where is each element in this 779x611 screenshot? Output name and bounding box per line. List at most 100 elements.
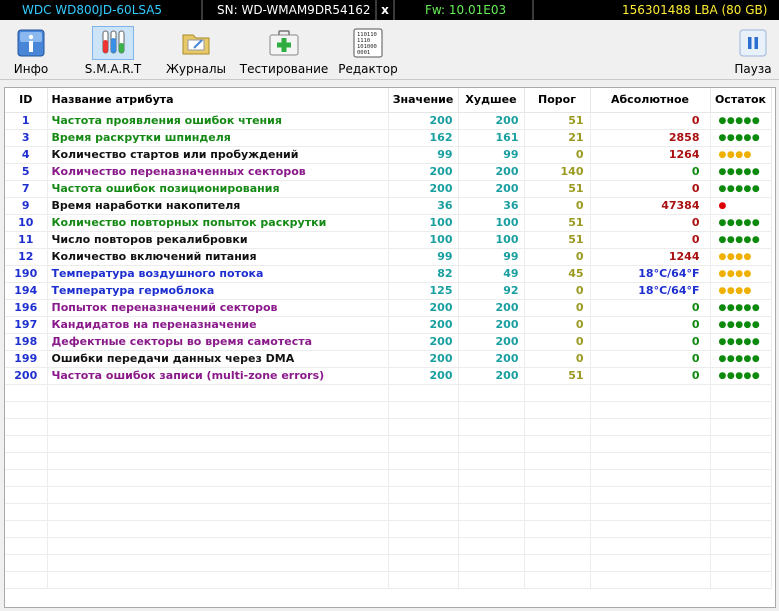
attr-worst: 100 [458, 214, 525, 232]
attr-threshold: 51 [524, 367, 591, 385]
empty-cell [458, 571, 525, 589]
smart-attributes-table[interactable]: ID Название атрибута Значение Худшее Пор… [4, 87, 776, 608]
table-row[interactable]: 11 Число повторов рекалибровки 100 100 51 0 ●●… [5, 231, 772, 249]
info-label: Инфо [13, 62, 49, 76]
attr-worst: 99 [458, 146, 525, 164]
empty-cell [590, 520, 711, 538]
attr-id: 190 [5, 265, 48, 283]
table-row[interactable]: 1 Частота проявления ошибок чтения 200 200 5… [5, 112, 772, 130]
empty-cell [5, 503, 48, 521]
attr-id: 9 [5, 197, 48, 215]
empty-cell [388, 571, 459, 589]
empty-cell [388, 486, 459, 504]
attr-worst: 200 [458, 316, 525, 334]
empty-cell [458, 537, 525, 555]
table-row[interactable]: 12 Количество включений питания 99 99 0 1244 ●… [5, 248, 772, 266]
empty-cell [47, 554, 389, 572]
col-header-id[interactable]: ID [5, 88, 48, 113]
empty-cell [524, 537, 591, 555]
attr-worst: 36 [458, 197, 525, 215]
empty-cell [388, 401, 459, 419]
table-row[interactable]: 4 Количество стартов или пробуждений 99 99 0… [5, 146, 772, 164]
attr-absolute: 18°C/64°F [590, 282, 711, 300]
table-row[interactable]: 197 Кандидатов на переназначение 200 200 0 0 ●… [5, 316, 772, 334]
empty-cell [524, 520, 591, 538]
empty-cell [458, 469, 525, 487]
empty-cell [710, 435, 772, 453]
col-header-threshold[interactable]: Порог [524, 88, 591, 113]
attr-health-dots: ●●●●● [710, 214, 772, 232]
smart-button[interactable]: S.M.A.R.T [85, 20, 141, 80]
table-row[interactable]: 194 Температура гермоблока 125 92 0 18°C/64°F… [5, 282, 772, 300]
col-header-remaining[interactable]: Остаток [710, 88, 772, 113]
table-row[interactable]: 5 Количество переназначенных секторов 200 2… [5, 163, 772, 181]
attr-value: 200 [388, 180, 459, 198]
empty-cell [710, 452, 772, 470]
table-row[interactable]: 10 Количество повторных попыток раскрутки… [5, 214, 772, 232]
empty-cell [47, 537, 389, 555]
attr-worst: 161 [458, 129, 525, 147]
attr-value: 125 [388, 282, 459, 300]
close-drive-button[interactable]: x [377, 0, 395, 20]
table-row[interactable]: 200 Частота ошибок записи (multi-zone err… [5, 367, 772, 385]
attr-health-dots: ●●●● [710, 265, 772, 283]
attr-id: 198 [5, 333, 48, 351]
empty-cell [388, 537, 459, 555]
empty-cell [458, 520, 525, 538]
empty-cell [590, 537, 711, 555]
testing-button[interactable]: Тестирование [240, 20, 328, 80]
attr-absolute: 0 [590, 214, 711, 232]
empty-cell [524, 486, 591, 504]
drive-firmware: Fw: 10.01E03 [395, 0, 534, 20]
attr-value: 200 [388, 112, 459, 130]
table-row[interactable]: 9 Время наработки накопителя 36 36 0 47384 ● [5, 197, 772, 215]
empty-cell [388, 503, 459, 521]
attr-name: Температура воздушного потока [47, 265, 389, 283]
attr-threshold: 21 [524, 129, 591, 147]
attr-value: 99 [388, 146, 459, 164]
col-header-name[interactable]: Название атрибута [47, 88, 389, 113]
drive-status-bar: WDC WD800JD-60LSA5 SN: WD-WMAM9DR54162 x… [0, 0, 779, 20]
empty-cell [5, 537, 48, 555]
table-row[interactable]: 196 Попыток переназначений секторов 200 200… [5, 299, 772, 317]
empty-cell [458, 418, 525, 436]
empty-cell [5, 452, 48, 470]
col-header-worst[interactable]: Худшее [458, 88, 525, 113]
empty-cell [710, 571, 772, 589]
logs-label: Журналы [166, 62, 226, 76]
attr-health-dots: ●●●●● [710, 299, 772, 317]
table-row[interactable]: 3 Время раскрутки шпинделя 162 161 21 2858 ●●●… [5, 129, 772, 147]
table-row[interactable]: 190 Температура воздушного потока 82 49 45 18… [5, 265, 772, 283]
toolbar: Инфо S.M.A.R.T Журналы Тестирование 1101… [0, 20, 779, 80]
empty-cell [524, 554, 591, 572]
empty-cell [590, 469, 711, 487]
empty-cell [524, 384, 591, 402]
empty-cell [710, 486, 772, 504]
attr-value: 200 [388, 299, 459, 317]
logs-button[interactable]: Журналы [166, 20, 226, 80]
pause-button[interactable]: Пауза [732, 20, 774, 80]
table-row[interactable]: 199 Ошибки передачи данных через DMA 200 20… [5, 350, 772, 368]
attr-id: 11 [5, 231, 48, 249]
editor-button[interactable]: 110110 1110 101000 0001 Редактор [338, 20, 398, 80]
empty-cell [47, 520, 389, 538]
col-header-absolute[interactable]: Абсолютное [590, 88, 711, 113]
empty-cell [710, 469, 772, 487]
table-row[interactable]: 7 Частота ошибок позиционирования 200 200 51… [5, 180, 772, 198]
attr-threshold: 45 [524, 265, 591, 283]
empty-cell [47, 503, 389, 521]
empty-cell [590, 486, 711, 504]
empty-cell [5, 384, 48, 402]
attr-health-dots: ●●●● [710, 146, 772, 164]
table-row[interactable]: 198 Дефектные секторы во время самотеста 2… [5, 333, 772, 351]
attr-name: Частота проявления ошибок чтения [47, 112, 389, 130]
col-header-value[interactable]: Значение [388, 88, 459, 113]
empty-cell [524, 503, 591, 521]
attr-id: 5 [5, 163, 48, 181]
attr-absolute: 1244 [590, 248, 711, 266]
empty-row [5, 486, 772, 504]
empty-cell [590, 435, 711, 453]
drive-model[interactable]: WDC WD800JD-60LSA5 [0, 0, 203, 20]
attr-name: Количество включений питания [47, 248, 389, 266]
info-button[interactable]: Инфо [9, 20, 53, 80]
